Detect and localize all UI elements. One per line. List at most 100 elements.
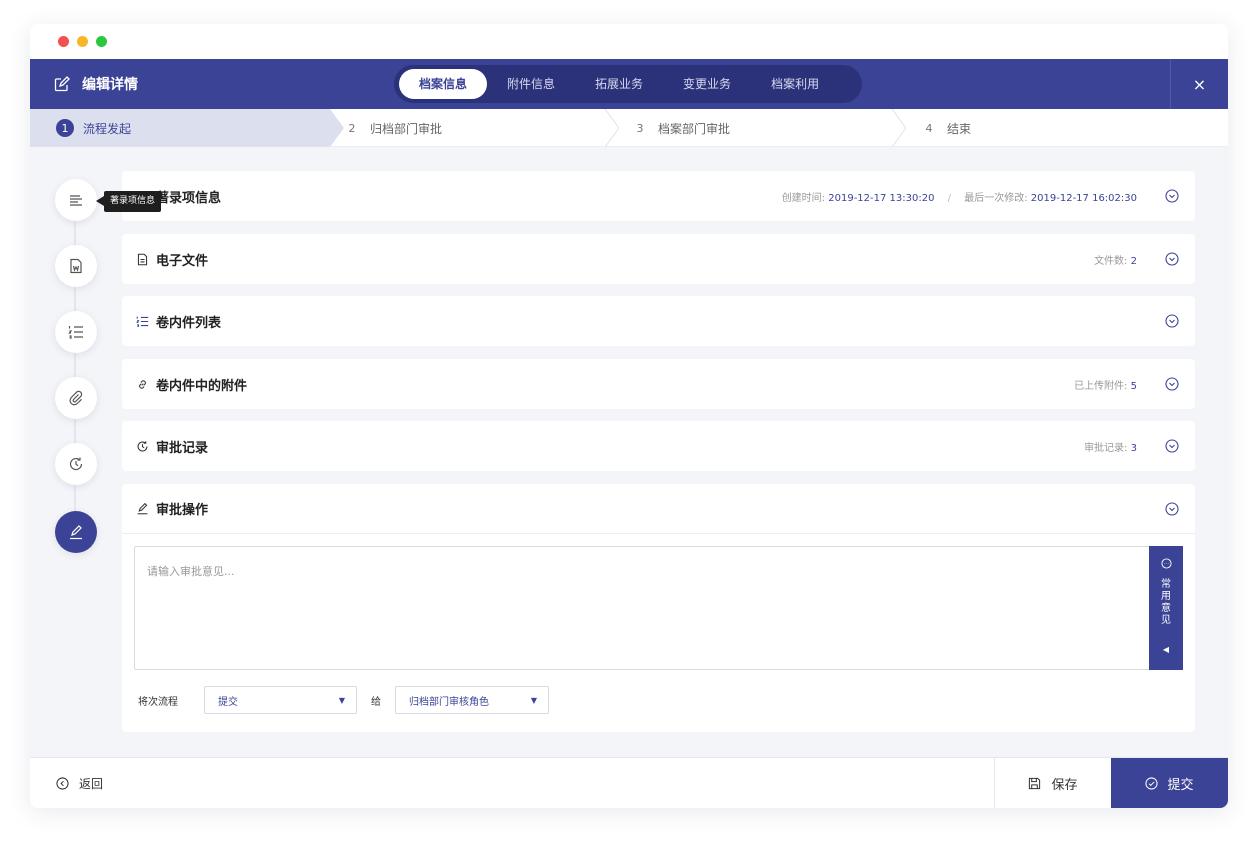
- list-icon: [136, 316, 149, 327]
- meta-label: 审批记录:: [1084, 442, 1128, 454]
- section-efile: 电子文件 文件数: 2: [122, 234, 1195, 284]
- window-titlebar: [30, 24, 1228, 59]
- caret-down-icon: ▼: [530, 695, 537, 705]
- section-title: 电子文件: [156, 253, 209, 269]
- opinion-textarea[interactable]: [135, 547, 1149, 669]
- section-approval-operation: 审批操作 常 用 意 见 ◀ 将次流程 提交 ▼ 给: [122, 484, 1195, 732]
- save-button[interactable]: 保存: [994, 758, 1111, 808]
- tab-change-business[interactable]: 变更业务: [663, 69, 751, 99]
- chevron-down-icon[interactable]: [1165, 314, 1179, 328]
- step-number: 2: [348, 121, 356, 135]
- section-header[interactable]: 卷内件中的附件 已上传附件: 5: [122, 359, 1195, 409]
- step-label: 结束: [947, 121, 972, 136]
- chat-icon: [1160, 558, 1172, 569]
- pen-icon: [137, 502, 148, 515]
- chevron-down-icon[interactable]: [1165, 439, 1179, 453]
- chevron-down-icon[interactable]: [1165, 377, 1179, 391]
- timestamp-info: 创建时间: 2019-12-17 13:30:20 / 最后一次修改: 2019…: [782, 189, 1137, 204]
- step-1: 1 流程发起: [56, 109, 131, 147]
- chevron-down-icon[interactable]: [1165, 252, 1179, 266]
- submit-label: 提交: [1167, 778, 1194, 793]
- submit-button[interactable]: 提交: [1111, 758, 1228, 808]
- step-2: 2 归档部门审批: [343, 109, 443, 147]
- flow-select[interactable]: 提交 ▼: [204, 686, 357, 714]
- window-minimize-dot[interactable]: [77, 36, 88, 47]
- page-title-text: 编辑详情: [82, 77, 138, 93]
- save-icon: [1029, 777, 1041, 790]
- section-volume-list: 卷内件列表: [122, 296, 1195, 346]
- back-button[interactable]: 返回: [56, 758, 103, 808]
- meta-value: 5: [1130, 380, 1137, 392]
- chevron-down-icon[interactable]: [1165, 501, 1179, 516]
- active-step-arrow: [330, 109, 344, 147]
- rail-approval-button[interactable]: [55, 511, 97, 553]
- header-bar: 编辑详情 档案信息 附件信息 拓展业务 变更业务 档案利用 ×: [30, 59, 1228, 109]
- step-chevron-icon: [605, 109, 619, 147]
- history-icon: [137, 440, 148, 452]
- meta-separator: /: [947, 192, 952, 204]
- step-progress: 1 流程发起 2 归档部门审批 3 档案部门审批 4 结束: [30, 109, 1228, 147]
- list-icon: [68, 326, 83, 339]
- app-window: 编辑详情 档案信息 附件信息 拓展业务 变更业务 档案利用 × 1 流程发起 2…: [30, 24, 1228, 808]
- flow-select-value: 提交: [218, 696, 238, 708]
- created-label: 创建时间:: [781, 192, 826, 204]
- step-3: 3 档案部门审批: [631, 109, 731, 147]
- paperclip-icon: [69, 390, 83, 406]
- rail-efile-button[interactable]: [55, 245, 97, 287]
- tab-archive-info[interactable]: 档案信息: [399, 69, 488, 99]
- modified-label: 最后一次修改:: [964, 192, 1028, 204]
- role-select-value: 归档部门审核角色: [409, 696, 489, 708]
- meta-value: 3: [1130, 442, 1137, 454]
- tab-archive-usage[interactable]: 档案利用: [751, 69, 839, 99]
- meta-value: 2: [1130, 255, 1137, 267]
- caret-left-icon: ◀: [1162, 645, 1170, 654]
- label-char: 意: [1161, 603, 1171, 614]
- section-header[interactable]: 审批记录 审批记录: 3: [122, 421, 1195, 471]
- opinion-box: 常 用 意 见 ◀: [134, 546, 1183, 670]
- chevron-down-icon[interactable]: [1165, 189, 1179, 203]
- label-char: 用: [1161, 591, 1171, 602]
- step-4: 4 结束: [920, 109, 972, 147]
- section-header[interactable]: 电子文件 文件数: 2: [122, 234, 1195, 284]
- common-opinions-label: 常 用 意 见: [1161, 579, 1171, 627]
- modified-value: 2019-12-17 16:02:30: [1030, 192, 1137, 204]
- section-header[interactable]: 审批操作: [122, 484, 1195, 534]
- step-number: 3: [636, 121, 644, 135]
- tooltip: 著录项信息: [95, 191, 162, 212]
- section-approval-records: 审批记录 审批记录: 3: [122, 421, 1195, 471]
- attachment-count: 已上传附件: 5: [1074, 377, 1137, 392]
- tab-bar: 档案信息 附件信息 拓展业务 变更业务 档案利用: [394, 65, 862, 103]
- flow-label: 将次流程: [138, 696, 178, 708]
- section-title: 著录项信息: [156, 190, 222, 206]
- step-label: 档案部门审批: [658, 121, 731, 136]
- role-select[interactable]: 归档部门审核角色 ▼: [395, 686, 549, 714]
- link-icon: [139, 379, 146, 389]
- caret-down-icon: ▼: [338, 695, 345, 705]
- rail-history-button[interactable]: [55, 443, 97, 485]
- history-icon: [69, 457, 83, 471]
- step-number: 1: [56, 119, 74, 137]
- word-doc-icon: [70, 258, 82, 274]
- section-catalog: 著录项信息 创建时间: 2019-12-17 13:30:20 / 最后一次修改…: [122, 171, 1195, 221]
- close-icon: ×: [1192, 74, 1207, 94]
- back-icon: [56, 777, 69, 790]
- tab-extended-business[interactable]: 拓展业务: [575, 69, 663, 99]
- window-maximize-dot[interactable]: [96, 36, 107, 47]
- section-title: 卷内件中的附件: [156, 378, 248, 394]
- step-label: 归档部门审批: [370, 121, 443, 136]
- created-value: 2019-12-17 13:30:20: [828, 192, 935, 204]
- section-title: 审批操作: [156, 503, 209, 518]
- tab-attachment-info[interactable]: 附件信息: [487, 69, 575, 99]
- file-icon: [137, 253, 148, 265]
- edit-icon: [54, 76, 70, 92]
- window-close-dot[interactable]: [58, 36, 69, 47]
- close-button[interactable]: ×: [1170, 59, 1228, 109]
- common-opinions-button[interactable]: 常 用 意 见 ◀: [1149, 546, 1183, 670]
- section-title: 审批记录: [156, 440, 209, 456]
- rail-catalog-button[interactable]: [55, 179, 97, 221]
- rail-attachment-button[interactable]: [55, 377, 97, 419]
- step-chevron-icon: [892, 109, 906, 147]
- section-header[interactable]: 卷内件列表: [122, 296, 1195, 346]
- rail-list-button[interactable]: [55, 311, 97, 353]
- section-header[interactable]: 著录项信息 创建时间: 2019-12-17 13:30:20 / 最后一次修改…: [122, 171, 1195, 221]
